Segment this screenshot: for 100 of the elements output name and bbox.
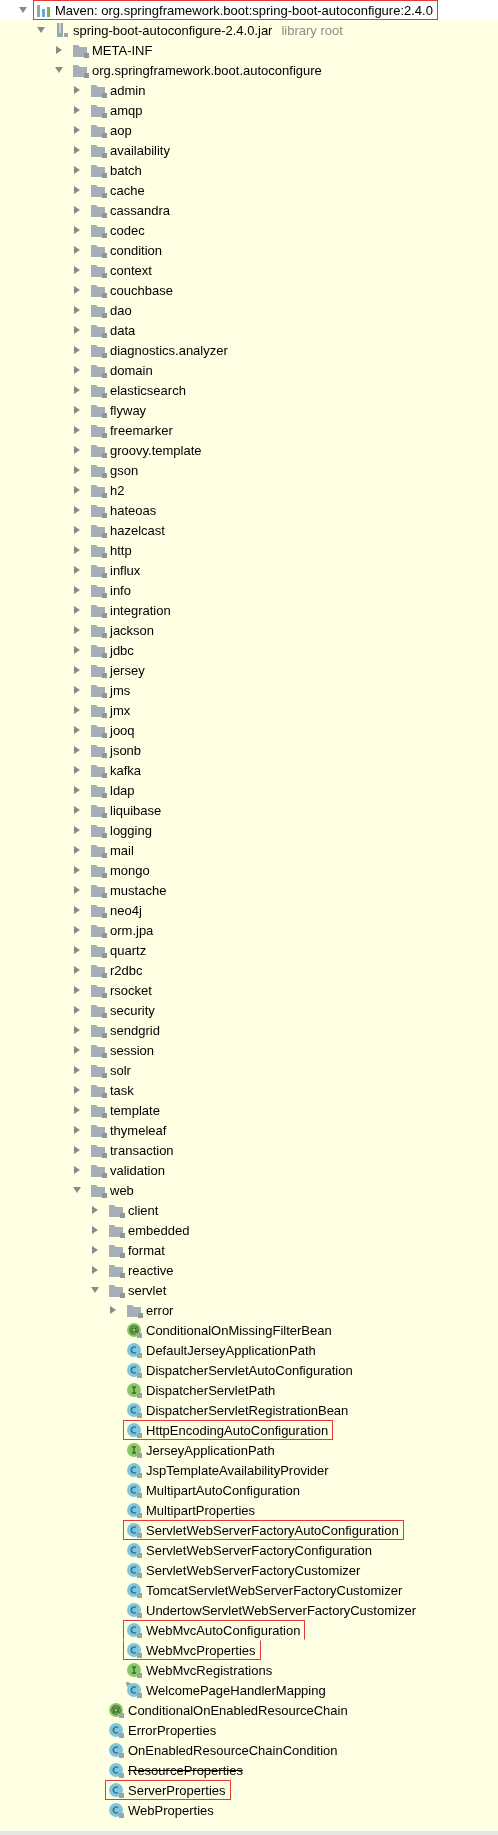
tree-item[interactable]: ErrorProperties — [128, 1722, 217, 1738]
expand-arrow-icon[interactable] — [72, 1145, 82, 1155]
expand-arrow-icon[interactable] — [72, 1125, 82, 1135]
expand-arrow-icon[interactable] — [72, 585, 82, 595]
tree-item[interactable]: spring-boot-autoconfigure-2.4.0.jar — [73, 22, 273, 38]
tree-item[interactable]: reactive — [128, 1262, 174, 1278]
expand-arrow-icon[interactable] — [72, 205, 82, 215]
tree-item[interactable]: ServerProperties — [128, 1782, 226, 1798]
tree-item[interactable]: MultipartProperties — [146, 1502, 256, 1518]
tree-item[interactable]: DispatcherServletAutoConfiguration — [146, 1362, 353, 1378]
expand-arrow-icon[interactable] — [72, 145, 82, 155]
tree-item[interactable]: couchbase — [110, 282, 173, 298]
tree-item[interactable]: r2dbc — [110, 962, 143, 978]
expand-arrow-icon[interactable] — [72, 805, 82, 815]
tree-item[interactable]: org.springframework.boot.autoconfigure — [92, 62, 322, 78]
tree-item[interactable]: jersey — [110, 662, 145, 678]
tree-item[interactable]: domain — [110, 362, 153, 378]
tree-item[interactable]: integration — [110, 602, 171, 618]
expand-arrow-icon[interactable] — [72, 445, 82, 455]
tree-item[interactable]: http — [110, 542, 132, 558]
tree-item[interactable]: jdbc — [110, 642, 134, 658]
expand-arrow-icon[interactable] — [72, 765, 82, 775]
expand-arrow-icon[interactable] — [72, 1165, 82, 1175]
expand-arrow-icon[interactable] — [72, 845, 82, 855]
tree-item[interactable]: elasticsearch — [110, 382, 186, 398]
expand-arrow-icon[interactable] — [72, 485, 82, 495]
tree-item[interactable]: jms — [110, 682, 131, 698]
tree-item[interactable]: cache — [110, 182, 145, 198]
tree-item[interactable]: thymeleaf — [110, 1122, 167, 1138]
expand-arrow-icon[interactable] — [72, 405, 82, 415]
tree-item[interactable]: info — [110, 582, 131, 598]
tree-item[interactable]: servlet — [128, 1282, 167, 1298]
expand-arrow-icon[interactable] — [72, 1065, 82, 1075]
tree-item[interactable]: JspTemplateAvailabilityProvider — [146, 1462, 329, 1478]
expand-arrow-icon[interactable] — [72, 165, 82, 175]
tree-item[interactable]: neo4j — [110, 902, 142, 918]
tree-item[interactable]: context — [110, 262, 152, 278]
tree-item[interactable]: data — [110, 322, 136, 338]
expand-arrow-icon[interactable] — [90, 1245, 100, 1255]
expand-arrow-icon[interactable] — [108, 1305, 118, 1315]
tree-item[interactable]: availability — [110, 142, 170, 158]
tree-item[interactable]: hateoas — [110, 502, 157, 518]
expand-arrow-icon[interactable] — [72, 785, 82, 795]
tree-item[interactable]: UndertowServletWebServerFactoryCustomizer — [146, 1602, 416, 1618]
expand-arrow-icon[interactable] — [72, 185, 82, 195]
expand-arrow-icon[interactable] — [72, 225, 82, 235]
expand-arrow-icon[interactable] — [72, 925, 82, 935]
tree-item[interactable]: gson — [110, 462, 139, 478]
tree-item[interactable]: hazelcast — [110, 522, 165, 538]
tree-item[interactable]: solr — [110, 1062, 131, 1078]
tree-item[interactable]: security — [110, 1002, 155, 1018]
expand-arrow-icon[interactable] — [72, 1045, 82, 1055]
tree-item[interactable]: error — [146, 1302, 174, 1318]
tree-item[interactable]: freemarker — [110, 422, 173, 438]
tree-item[interactable]: sendgrid — [110, 1022, 160, 1038]
tree-item[interactable]: ConditionalOnMissingFilterBean — [146, 1322, 332, 1338]
tree-item[interactable]: mail — [110, 842, 134, 858]
expand-arrow-icon[interactable] — [72, 965, 82, 975]
expand-arrow-icon[interactable] — [72, 905, 82, 915]
tree-item[interactable]: DispatcherServletPath — [146, 1382, 276, 1398]
expand-arrow-icon[interactable] — [72, 605, 82, 615]
tree-item[interactable]: jooq — [110, 722, 135, 738]
tree-item[interactable]: DispatcherServletRegistrationBean — [146, 1402, 349, 1418]
tree-item[interactable]: template — [110, 1102, 160, 1118]
tree-item[interactable]: ResourceProperties — [128, 1762, 243, 1778]
tree-item[interactable]: kafka — [110, 762, 142, 778]
tree-item[interactable]: jackson — [110, 622, 155, 638]
tree-item[interactable]: WebMvcAutoConfiguration — [146, 1622, 301, 1638]
expand-arrow-icon[interactable] — [72, 425, 82, 435]
tree-item[interactable]: cassandra — [110, 202, 170, 218]
expand-arrow-icon[interactable] — [72, 1105, 82, 1115]
expand-arrow-icon[interactable] — [72, 265, 82, 275]
tree-item[interactable]: codec — [110, 222, 145, 238]
expand-arrow-icon[interactable] — [72, 665, 82, 675]
tree-item[interactable]: transaction — [110, 1142, 174, 1158]
expand-arrow-icon[interactable] — [72, 385, 82, 395]
tree-item[interactable]: dao — [110, 302, 132, 318]
expand-arrow-icon[interactable] — [72, 565, 82, 575]
expand-arrow-icon[interactable] — [90, 1205, 100, 1215]
expand-arrow-icon[interactable] — [72, 745, 82, 755]
tree-item[interactable]: embedded — [128, 1222, 190, 1238]
expand-arrow-icon[interactable] — [72, 725, 82, 735]
tree-item[interactable]: MultipartAutoConfiguration — [146, 1482, 300, 1498]
expand-arrow-icon[interactable] — [72, 1085, 82, 1095]
expand-arrow-icon[interactable] — [72, 125, 82, 135]
tree-item[interactable]: ldap — [110, 782, 135, 798]
tree-item[interactable]: HttpEncodingAutoConfiguration — [146, 1422, 329, 1438]
tree-item[interactable]: META-INF — [92, 42, 153, 58]
expand-arrow-icon[interactable] — [72, 825, 82, 835]
expand-arrow-icon[interactable] — [72, 645, 82, 655]
tree-item[interactable]: WebMvcProperties — [146, 1642, 256, 1658]
tree-item[interactable]: WebMvcRegistrations — [146, 1662, 273, 1678]
tree-item[interactable]: validation — [110, 1162, 165, 1178]
tree-item[interactable]: mongo — [110, 862, 150, 878]
tree-item[interactable]: jmx — [110, 702, 131, 718]
tree-item[interactable]: orm.jpa — [110, 922, 154, 938]
expand-arrow-icon[interactable] — [72, 465, 82, 475]
tree-item[interactable]: flyway — [110, 402, 147, 418]
expand-arrow-icon[interactable] — [72, 885, 82, 895]
expand-arrow-icon[interactable] — [72, 525, 82, 535]
